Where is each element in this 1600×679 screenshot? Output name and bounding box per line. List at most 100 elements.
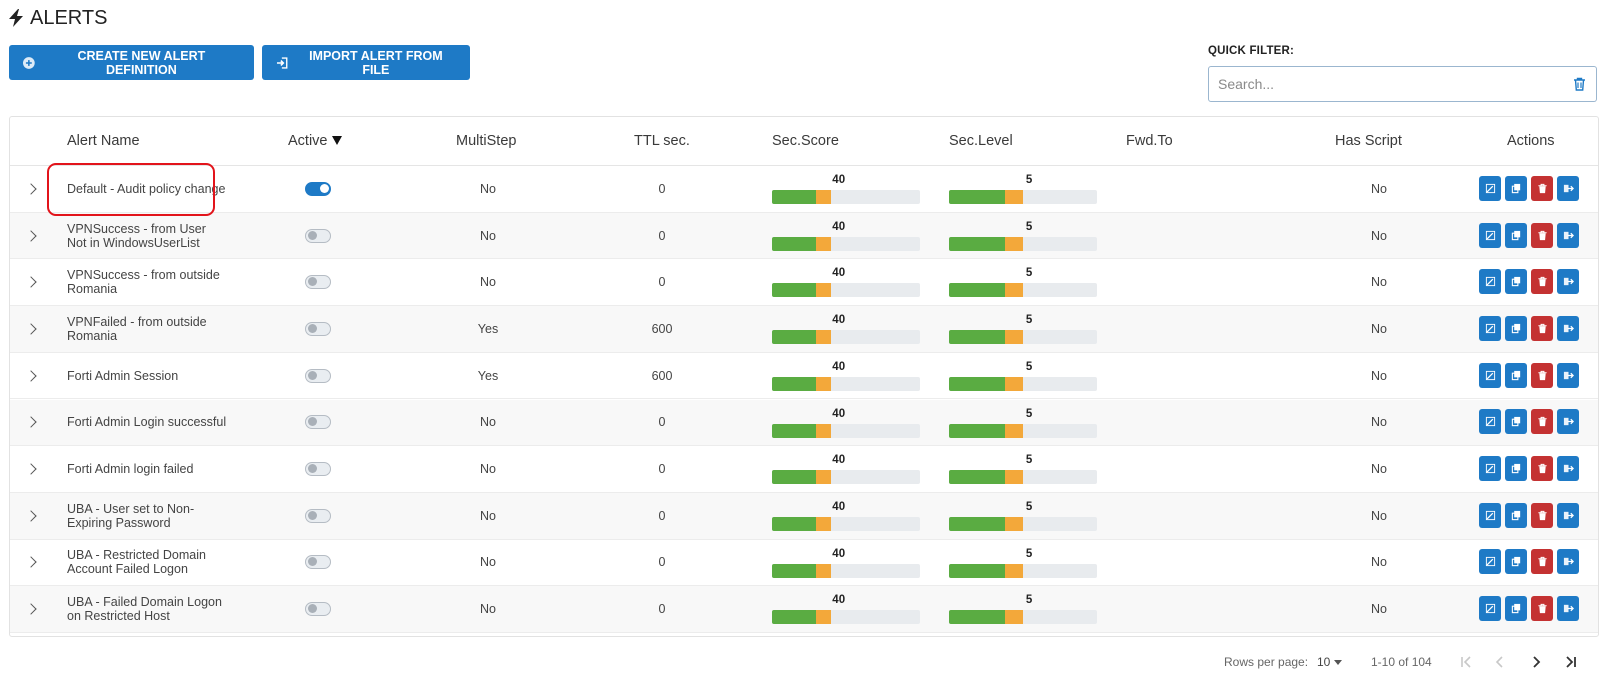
last-page-button[interactable] (1561, 652, 1581, 672)
sec-level-track (949, 283, 1097, 298)
table-row: VPNSuccess - from User Not in WindowsUse… (10, 212, 1598, 260)
active-toggle[interactable] (305, 508, 331, 523)
active-toggle[interactable] (305, 462, 331, 477)
delete-button[interactable] (1531, 409, 1553, 435)
page-range: 1-10 of 104 (1371, 655, 1432, 669)
delete-button[interactable] (1531, 222, 1553, 248)
next-page-button[interactable] (1526, 652, 1546, 672)
toggle-knob (307, 230, 317, 240)
expand-chevron-icon[interactable] (25, 463, 37, 475)
copy-button[interactable] (1505, 456, 1527, 482)
sec-level-fill-green (949, 190, 1005, 204)
delete-button[interactable] (1531, 269, 1553, 295)
sec-level-track (949, 190, 1097, 204)
copy-button[interactable] (1505, 362, 1527, 388)
copy-button[interactable] (1505, 269, 1527, 295)
export-button[interactable] (1557, 502, 1579, 528)
expand-chevron-icon[interactable] (25, 229, 37, 242)
sec-level-bar: 5 (949, 361, 1097, 391)
edit-button[interactable] (1479, 502, 1501, 528)
quick-filter-input[interactable] (1208, 66, 1564, 102)
column-header-fwd-to[interactable]: Fwd.To (1126, 117, 1173, 166)
expand-chevron-icon[interactable] (25, 603, 37, 615)
copy-button[interactable] (1505, 222, 1527, 248)
column-header-multistep[interactable]: MultiStep (456, 117, 516, 166)
export-button[interactable] (1557, 315, 1579, 341)
export-button[interactable] (1557, 269, 1579, 295)
edit-button[interactable] (1479, 222, 1501, 248)
trash-icon (1537, 183, 1547, 193)
export-button[interactable] (1557, 596, 1579, 622)
active-toggle[interactable] (305, 415, 331, 430)
copy-button[interactable] (1505, 175, 1527, 201)
edit-icon (1485, 183, 1495, 193)
delete-button[interactable] (1531, 362, 1553, 388)
sec-level-value: 5 (1025, 407, 1033, 420)
copy-button[interactable] (1505, 596, 1527, 622)
column-header-ttl[interactable]: TTL sec. (634, 117, 690, 166)
row-actions (1479, 315, 1579, 342)
expand-chevron-icon[interactable] (25, 183, 37, 195)
expand-chevron-icon[interactable] (25, 556, 37, 569)
column-header-alert-name[interactable]: Alert Name (67, 117, 140, 166)
active-toggle[interactable] (305, 228, 331, 243)
expand-chevron-icon[interactable] (25, 510, 37, 522)
delete-button[interactable] (1531, 175, 1553, 201)
edit-button[interactable] (1479, 409, 1501, 435)
sec-level-bar: 5 (949, 221, 1097, 251)
column-header-active[interactable]: Active (288, 117, 342, 166)
edit-button[interactable] (1479, 362, 1501, 388)
expand-chevron-icon[interactable] (25, 323, 37, 335)
column-header-sec-score[interactable]: Sec.Score (772, 117, 839, 166)
column-header-has-script[interactable]: Has Script (1335, 117, 1402, 166)
export-button[interactable] (1557, 549, 1579, 575)
sec-score-bar: 40 (772, 267, 920, 298)
sec-level-fill-green (949, 283, 1005, 298)
expand-chevron-icon[interactable] (25, 369, 37, 382)
export-button[interactable] (1557, 175, 1579, 201)
create-alert-button[interactable]: CREATE NEW ALERT DEFINITION (9, 45, 254, 80)
export-button[interactable] (1557, 456, 1579, 482)
expand-chevron-icon[interactable] (25, 276, 37, 288)
import-alert-button[interactable]: IMPORT ALERT FROM FILE (262, 45, 470, 80)
edit-button[interactable] (1479, 456, 1501, 482)
edit-button[interactable] (1479, 596, 1501, 622)
prev-page-button[interactable] (1490, 652, 1510, 672)
delete-button[interactable] (1531, 456, 1553, 482)
active-toggle[interactable] (305, 181, 331, 196)
delete-button[interactable] (1531, 596, 1553, 622)
table-row: VPNFailed - from outside Romania Yes 600 40… (10, 306, 1598, 353)
edit-button[interactable] (1479, 315, 1501, 341)
edit-button[interactable] (1479, 175, 1501, 201)
clear-filter-button[interactable] (1563, 66, 1597, 102)
toggle-knob (307, 370, 317, 380)
export-button[interactable] (1557, 222, 1579, 248)
edit-button[interactable] (1479, 549, 1501, 575)
copy-button[interactable] (1505, 502, 1527, 528)
ttl-value: 0 (658, 602, 666, 617)
export-button[interactable] (1557, 409, 1579, 435)
expand-chevron-icon[interactable] (25, 416, 37, 429)
copy-button[interactable] (1505, 409, 1527, 435)
column-header-sec-level[interactable]: Sec.Level (949, 117, 1013, 166)
active-toggle[interactable] (305, 602, 331, 617)
sec-level-track (949, 563, 1097, 578)
delete-button[interactable] (1531, 315, 1553, 341)
active-toggle[interactable] (305, 368, 331, 383)
delete-button[interactable] (1531, 502, 1553, 528)
active-toggle[interactable] (305, 321, 331, 336)
active-toggle[interactable] (305, 555, 331, 570)
export-button[interactable] (1557, 362, 1579, 388)
active-toggle[interactable] (305, 275, 331, 290)
export-icon (1563, 371, 1574, 379)
delete-button[interactable] (1531, 549, 1553, 575)
rows-per-page-select[interactable]: 10 (1317, 655, 1343, 669)
copy-button[interactable] (1505, 549, 1527, 575)
copy-button[interactable] (1505, 315, 1527, 341)
ttl-value: 0 (658, 462, 666, 477)
first-page-button[interactable] (1456, 652, 1476, 672)
ttl-value: 0 (658, 415, 666, 430)
sec-level-fill-orange (1004, 190, 1023, 204)
edit-button[interactable] (1479, 269, 1501, 295)
sec-level-fill-orange (1004, 376, 1023, 391)
